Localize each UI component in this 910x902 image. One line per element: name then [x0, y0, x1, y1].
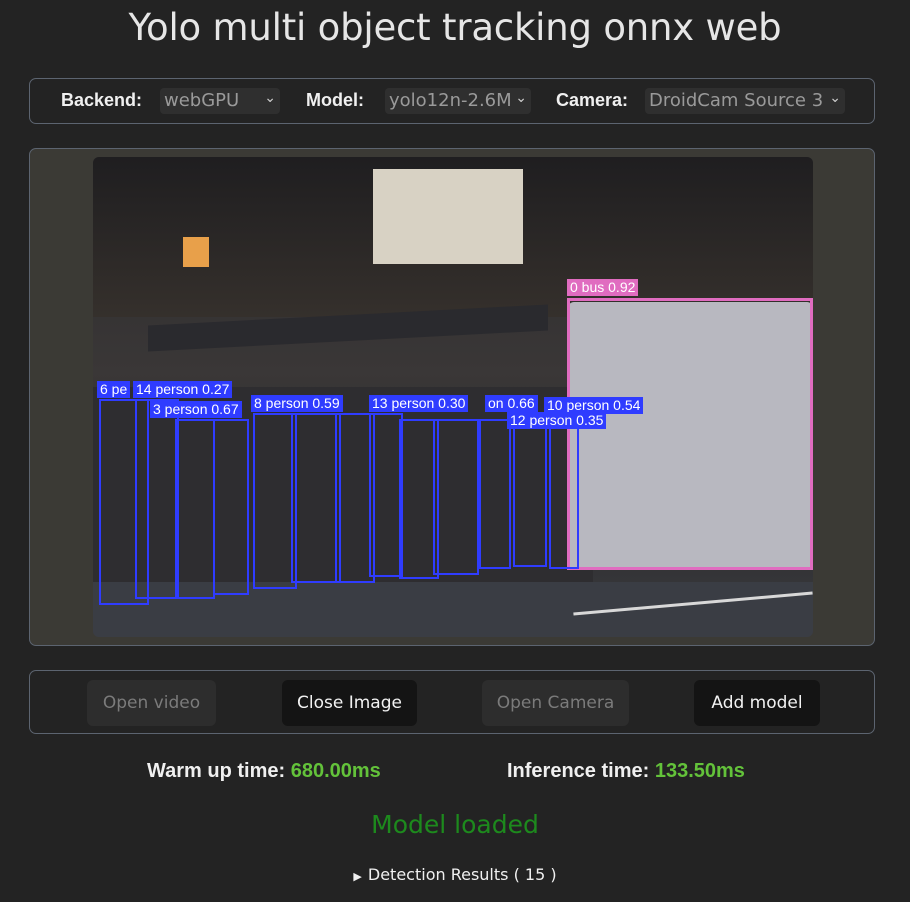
inference-time: Inference time: 133.50ms — [507, 760, 745, 783]
open-video-button[interactable]: Open video — [87, 680, 216, 726]
model-select[interactable]: yolo12n-2.6M ⌄ — [385, 88, 531, 114]
detection-label: 13 person 0.30 — [369, 395, 469, 412]
detection-box — [479, 419, 511, 569]
triangle-right-icon: ▶ — [353, 870, 362, 883]
detection-label: on 0.66 — [485, 395, 538, 412]
warmup-value: 680.00ms — [290, 760, 381, 782]
detection-box — [433, 419, 479, 575]
model-label: Model: — [306, 90, 364, 110]
detection-box — [135, 399, 179, 599]
chevron-down-icon: ⌄ — [264, 90, 276, 106]
inference-value: 133.50ms — [654, 760, 745, 782]
add-model-button[interactable]: Add model — [694, 680, 820, 726]
detection-label: 6 pe — [97, 381, 131, 398]
detection-box — [213, 419, 249, 595]
settings-bar: Backend: webGPU ⌄ Model: yolo12n-2.6M ⌄ … — [29, 78, 875, 124]
warmup-time: Warm up time: 680.00ms — [147, 760, 381, 783]
detection-box — [175, 419, 215, 599]
chevron-down-icon: ⌄ — [829, 90, 841, 106]
camera-select-value: DroidCam Source 3 — [649, 90, 824, 111]
detection-label: 8 person 0.59 — [251, 395, 343, 412]
detection-label: 12 person 0.35 — [507, 412, 607, 429]
page-title: Yolo multi object tracking onnx web — [128, 6, 782, 49]
lantern-light — [183, 237, 209, 267]
camera-select[interactable]: DroidCam Source 3 ⌄ — [645, 88, 845, 114]
detection-box — [567, 298, 813, 570]
detection-box — [549, 419, 579, 569]
model-select-value: yolo12n-2.6M — [389, 90, 512, 111]
backend-select-value: webGPU — [164, 90, 240, 111]
chevron-down-icon: ⌄ — [515, 90, 527, 106]
detection-label: 14 person 0.27 — [133, 381, 233, 398]
warmup-label: Warm up time: — [147, 760, 291, 782]
detection-image: 0 bus 0.92 6 pe 14 person 0.27 3 person … — [93, 157, 813, 637]
image-viewer: 0 bus 0.92 6 pe 14 person 0.27 3 person … — [29, 148, 875, 646]
camera-label: Camera: — [556, 90, 629, 110]
model-status: Model loaded — [371, 810, 539, 839]
inference-label: Inference time: — [507, 760, 655, 782]
shop-sign — [373, 169, 523, 264]
close-image-button[interactable]: Close Image — [282, 680, 417, 726]
detection-box — [291, 413, 341, 583]
detection-box — [513, 427, 547, 567]
controls-bar: Open video Close Image Open Camera Add m… — [29, 670, 875, 734]
detection-box — [369, 413, 403, 577]
open-camera-button[interactable]: Open Camera — [482, 680, 629, 726]
detection-results-toggle[interactable]: ▶ Detection Results ( 15 ) — [0, 865, 910, 884]
backend-label: Backend: — [61, 90, 143, 110]
detection-results-label: Detection Results ( 15 ) — [367, 865, 557, 884]
detection-label: 0 bus 0.92 — [567, 279, 639, 296]
backend-select[interactable]: webGPU ⌄ — [160, 88, 280, 114]
detection-label: 3 person 0.67 — [150, 401, 242, 418]
